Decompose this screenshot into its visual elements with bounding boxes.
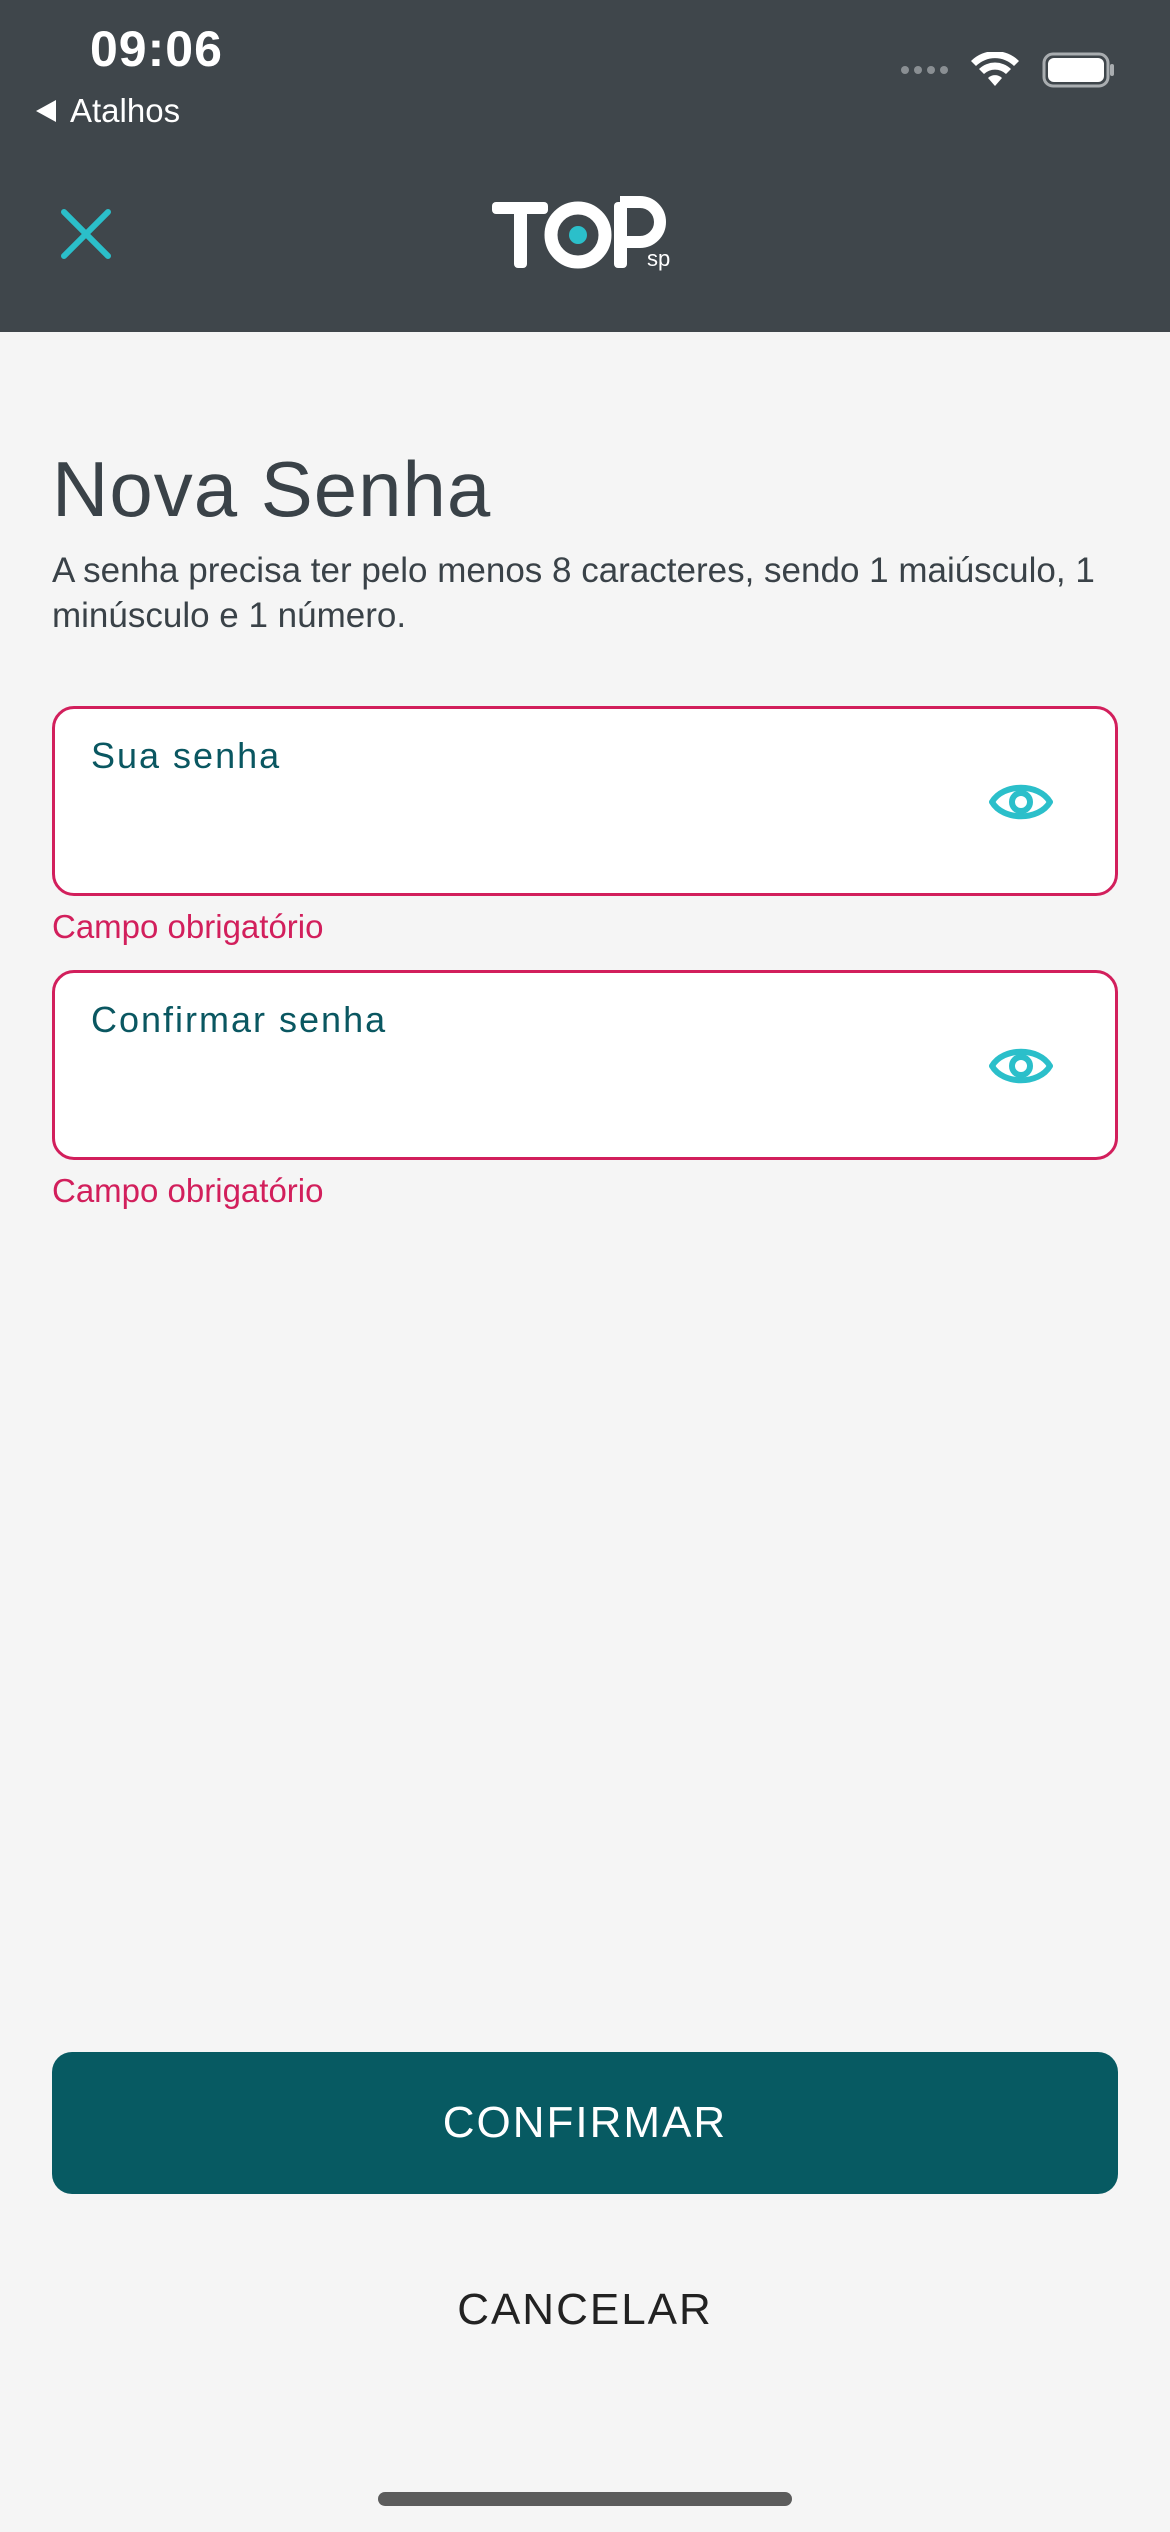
- eye-icon[interactable]: [989, 779, 1053, 825]
- screen: 09:06 Atalhos sp Nova Senha A senha prec…: [0, 0, 1170, 2532]
- password-field-label: Sua senha: [91, 735, 282, 776]
- logo-suffix: sp: [647, 246, 670, 271]
- password-input[interactable]: [89, 799, 969, 863]
- password-requirements-text: A senha precisa ter pelo menos 8 caracte…: [52, 551, 1095, 635]
- confirm-password-error: Campo obrigatório: [52, 1172, 324, 1209]
- back-arrow-icon: [36, 100, 56, 122]
- confirm-button[interactable]: CONFIRMAR: [52, 2052, 1118, 2194]
- password-error: Campo obrigatório: [52, 908, 324, 945]
- app-header: 09:06 Atalhos sp: [0, 0, 1170, 332]
- confirm-password-field-label: Confirmar senha: [91, 999, 388, 1040]
- status-icons: [901, 52, 1116, 88]
- top-sp-logo: sp: [492, 196, 670, 271]
- cellular-signal-icon: [901, 66, 948, 74]
- wifi-icon: [971, 52, 1019, 86]
- close-icon[interactable]: [56, 204, 116, 264]
- home-indicator[interactable]: [378, 2492, 792, 2506]
- eye-icon[interactable]: [989, 1043, 1053, 1089]
- back-label: Atalhos: [70, 92, 181, 129]
- battery-icon: [1042, 52, 1114, 88]
- password-field[interactable]: Sua senha: [52, 706, 1118, 896]
- page-title: Nova Senha: [52, 445, 492, 533]
- confirm-password-field[interactable]: Confirmar senha: [52, 970, 1118, 1160]
- confirm-password-input[interactable]: [89, 1063, 969, 1127]
- status-time: 09:06: [90, 21, 223, 77]
- cancel-button[interactable]: CANCELAR: [52, 2240, 1118, 2380]
- back-to-shortcuts-link[interactable]: Atalhos: [36, 92, 180, 130]
